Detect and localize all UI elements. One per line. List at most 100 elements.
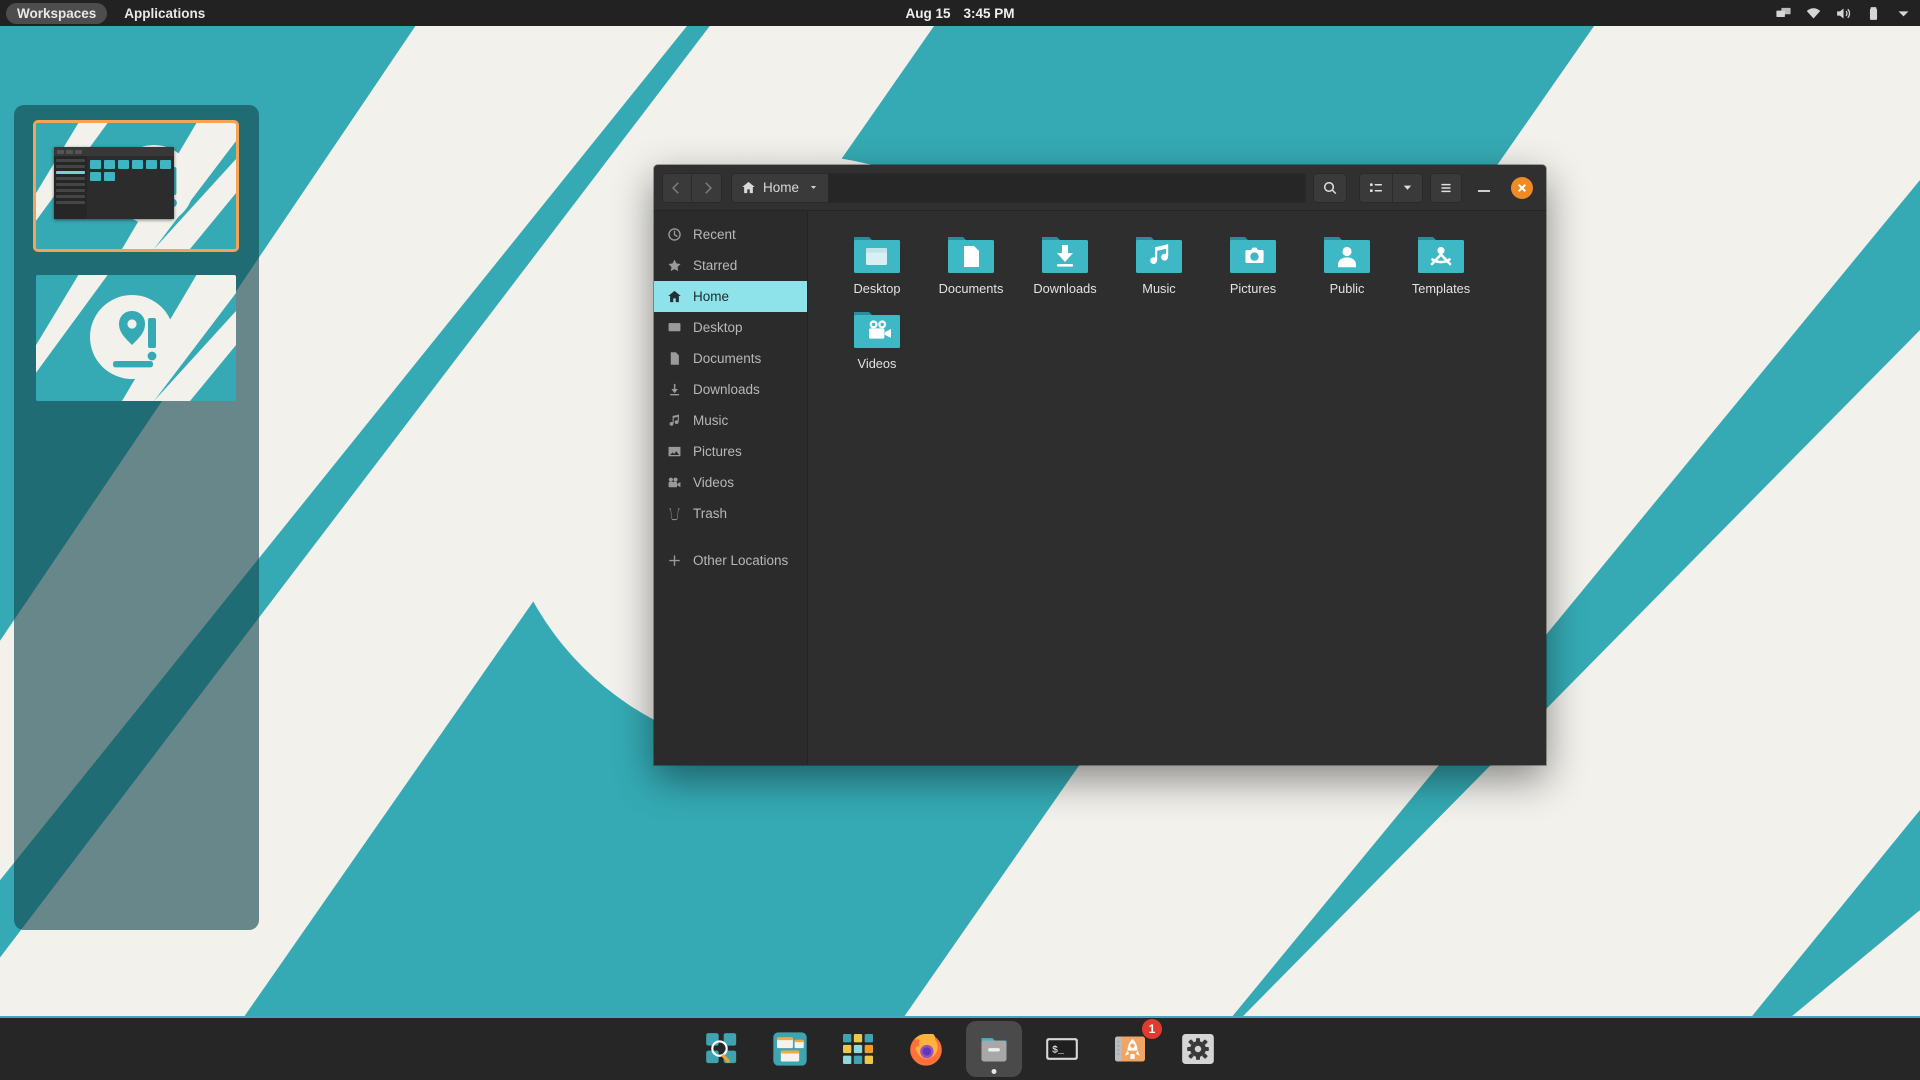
sidebar-separator <box>654 529 807 545</box>
dock-item-app-grid[interactable] <box>830 1021 886 1077</box>
sidebar-label: Trash <box>693 506 728 521</box>
sidebar-item-recent[interactable]: Recent <box>654 219 807 250</box>
applications-button[interactable]: Applications <box>113 3 216 24</box>
search-button[interactable] <box>1313 172 1347 203</box>
sidebar-item-starred[interactable]: Starred <box>654 250 807 281</box>
video-icon <box>666 475 682 491</box>
sidebar-label: Starred <box>693 258 738 273</box>
main-menu-button[interactable] <box>1430 172 1462 203</box>
svg-text:$_: $_ <box>1052 1044 1065 1056</box>
document-icon <box>666 351 682 367</box>
folder-templates-icon <box>1416 231 1466 275</box>
sidebar-item-music[interactable]: Music <box>654 405 807 436</box>
file-item-pictures[interactable]: Pictures <box>1206 231 1300 296</box>
folder-music-icon <box>1134 231 1184 275</box>
folder-pictures-icon <box>1228 231 1278 275</box>
sidebar-item-videos[interactable]: Videos <box>654 467 807 498</box>
active-indicator <box>991 1069 997 1074</box>
folder-downloads-icon <box>1040 231 1090 275</box>
dock-item-firefox[interactable] <box>898 1021 954 1077</box>
file-item-downloads[interactable]: Downloads <box>1018 231 1112 296</box>
folder-videos-icon <box>852 306 902 350</box>
picture-icon <box>666 444 682 460</box>
sidebar-item-trash[interactable]: Trash <box>654 498 807 529</box>
view-dropdown-button[interactable] <box>1393 172 1423 203</box>
clock-button[interactable]: Aug 15 3:45 PM <box>905 6 1014 21</box>
file-label: Music <box>1142 281 1176 296</box>
dock-item-settings[interactable] <box>1170 1021 1226 1077</box>
dock-item-tiling[interactable] <box>762 1021 818 1077</box>
hamburger-menu-icon <box>1441 183 1451 192</box>
system-tray <box>1775 0 1912 26</box>
sidebar-label: Other Locations <box>693 553 789 568</box>
music-icon <box>666 413 682 429</box>
sidebar-label: Pictures <box>693 444 742 459</box>
plus-icon <box>666 553 682 569</box>
sidebar-item-home[interactable]: Home <box>654 281 807 312</box>
dock-item-terminal[interactable]: $_ <box>1034 1021 1090 1077</box>
close-button[interactable] <box>1506 173 1538 203</box>
workspace-thumbnail-2[interactable] <box>36 275 236 401</box>
wifi-icon[interactable] <box>1805 5 1822 22</box>
sidebar-item-other-locations[interactable]: Other Locations <box>654 545 807 576</box>
preview-titlebar <box>54 147 174 156</box>
folder-documents-icon <box>946 231 996 275</box>
app-grid-icon <box>843 1034 873 1064</box>
preview-sidebar <box>54 156 87 219</box>
home-icon <box>666 289 682 305</box>
battery-icon[interactable] <box>1865 5 1882 22</box>
dock-item-files[interactable] <box>966 1021 1022 1077</box>
file-item-public[interactable]: Public <box>1300 231 1394 296</box>
display-icon[interactable] <box>1775 5 1792 22</box>
star-icon <box>666 258 682 274</box>
location-field[interactable] <box>829 172 1306 203</box>
pathbar-home-button[interactable]: Home <box>731 172 830 203</box>
preview-files <box>87 156 174 219</box>
files-icon <box>981 1038 1007 1062</box>
back-button[interactable] <box>662 172 692 203</box>
tiling-icon <box>773 1032 807 1066</box>
sidebar-item-pictures[interactable]: Pictures <box>654 436 807 467</box>
minimize-button[interactable] <box>1468 173 1500 203</box>
home-icon <box>742 181 755 194</box>
forward-button[interactable] <box>692 172 722 203</box>
clock-wrapper: Aug 15 3:45 PM <box>0 0 1920 26</box>
dock-item-workspace-search[interactable] <box>694 1021 750 1077</box>
settings-icon <box>1182 1034 1214 1064</box>
workspace-thumbnail-1[interactable] <box>33 120 239 252</box>
sidebar-item-downloads[interactable]: Downloads <box>654 374 807 405</box>
workspace-switcher <box>14 105 259 930</box>
file-item-templates[interactable]: Templates <box>1394 231 1488 296</box>
navigation-buttons <box>662 172 722 203</box>
pathbar-label: Home <box>763 180 800 195</box>
desktop-icon <box>666 320 682 336</box>
file-grid: Desktop Documents Downloads Music Pictur… <box>808 211 1546 765</box>
file-label: Desktop <box>853 281 901 296</box>
dock-item-pop-shop[interactable]: 1 <box>1102 1019 1162 1077</box>
file-manager-body: Recent Starred Home Desktop Documents Do… <box>654 211 1546 765</box>
view-toggle-group <box>1359 172 1423 203</box>
folder-desktop-icon <box>852 231 902 275</box>
sidebar-item-documents[interactable]: Documents <box>654 343 807 374</box>
file-item-desktop[interactable]: Desktop <box>830 231 924 296</box>
file-item-videos[interactable]: Videos <box>830 306 924 371</box>
download-icon <box>666 382 682 398</box>
file-manager-window: Home Recent Starred Home Desktop Documen… <box>654 165 1546 765</box>
file-label: Templates <box>1411 281 1471 296</box>
file-item-documents[interactable]: Documents <box>924 231 1018 296</box>
file-item-music[interactable]: Music <box>1112 231 1206 296</box>
close-icon <box>1511 176 1533 199</box>
sidebar-label: Home <box>693 289 730 304</box>
sidebar-item-desktop[interactable]: Desktop <box>654 312 807 343</box>
workspaces-button[interactable]: Workspaces <box>6 2 108 24</box>
terminal-icon: $_ <box>1046 1038 1078 1060</box>
view-list-button[interactable] <box>1359 172 1393 203</box>
file-label: Pictures <box>1229 281 1277 296</box>
sidebar-label: Videos <box>693 475 735 490</box>
volume-icon[interactable] <box>1835 5 1852 22</box>
workspace-search-icon <box>706 1033 737 1064</box>
preview-body <box>54 156 174 219</box>
trash-icon <box>666 506 682 522</box>
chevron-down-icon[interactable] <box>1895 5 1912 22</box>
workspace-1-window-preview <box>54 147 174 219</box>
